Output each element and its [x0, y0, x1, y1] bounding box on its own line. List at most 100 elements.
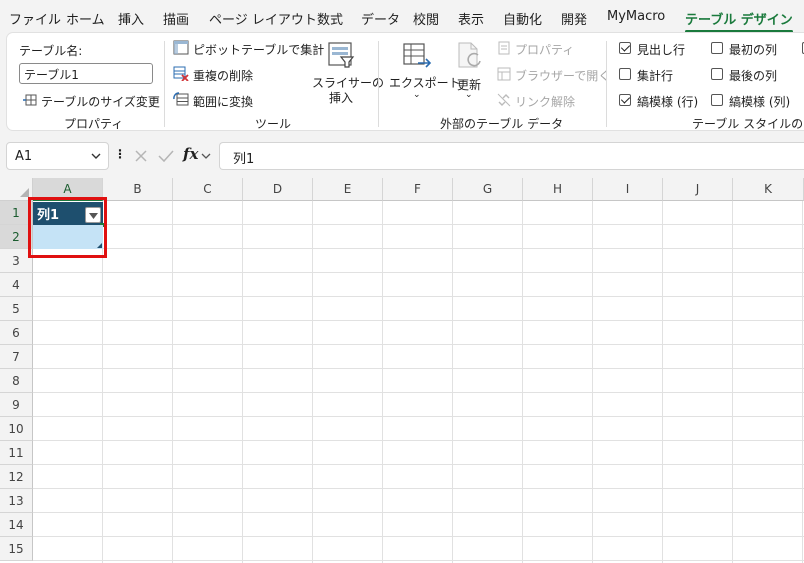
- banded-columns-checkbox[interactable]: [711, 94, 723, 106]
- export-button[interactable]: エクスポート: [389, 74, 461, 91]
- gridline-horizontal: [33, 392, 804, 393]
- group-label-external-data: 外部のテーブル データ: [440, 117, 564, 131]
- group-separator: [606, 41, 607, 127]
- row-header-5[interactable]: 5: [0, 297, 33, 321]
- column-header-k[interactable]: K: [733, 178, 804, 201]
- first-column-checkbox[interactable]: [711, 42, 723, 54]
- first-column-label: 最初の列: [729, 43, 778, 57]
- ribbon-tab-bar: ファイル ホーム 挿入 描画 ページ レイアウト 数式 データ 校閲 表示 自動…: [0, 0, 804, 33]
- column-header-c[interactable]: C: [173, 178, 243, 201]
- column-header-e[interactable]: E: [313, 178, 383, 201]
- properties-icon: [498, 41, 510, 55]
- gridline-vertical: [172, 201, 173, 563]
- formula-bar-row: A1 ⋮ fx 列1: [0, 138, 804, 174]
- tab-page-layout[interactable]: ページ レイアウト: [209, 9, 317, 28]
- insert-slicer-button-line2[interactable]: 挿入: [329, 89, 353, 106]
- group-separator: [164, 41, 165, 127]
- row-header-15[interactable]: 15: [0, 537, 33, 561]
- gridline-vertical: [662, 201, 663, 563]
- group-separator: [378, 41, 379, 127]
- column-header-b[interactable]: B: [103, 178, 173, 201]
- convert-to-range-button[interactable]: 範囲に変換: [193, 93, 253, 110]
- tab-review[interactable]: 校閲: [413, 9, 439, 28]
- row-header-14[interactable]: 14: [0, 513, 33, 537]
- row-header-8[interactable]: 8: [0, 369, 33, 393]
- resize-table-button[interactable]: テーブルのサイズ変更: [41, 93, 160, 110]
- tab-home[interactable]: ホーム: [66, 9, 105, 28]
- table-name-label: テーブル名:: [19, 44, 83, 58]
- column-header-j[interactable]: J: [663, 178, 733, 201]
- tab-draw[interactable]: 描画: [163, 9, 189, 28]
- last-column-checkbox[interactable]: [711, 68, 723, 80]
- gridline-vertical: [452, 201, 453, 563]
- row-header-13[interactable]: 13: [0, 489, 33, 513]
- enter-check-icon[interactable]: [158, 149, 174, 163]
- tab-view[interactable]: 表示: [458, 9, 484, 28]
- properties-button[interactable]: プロパティ: [515, 41, 574, 58]
- unlink-icon: [497, 93, 511, 107]
- gridline-horizontal: [33, 248, 804, 249]
- gridline-horizontal: [33, 224, 804, 225]
- total-row-label: 集計行: [637, 69, 674, 83]
- cancel-icon[interactable]: [134, 149, 148, 163]
- gridline-horizontal: [33, 488, 804, 489]
- column-header-h[interactable]: H: [523, 178, 593, 201]
- gridline-vertical: [802, 201, 803, 563]
- refresh-chevron-icon[interactable]: ⌄: [465, 90, 473, 100]
- tab-data[interactable]: データ: [361, 9, 400, 28]
- refresh-icon: [458, 42, 481, 68]
- more-options-icon[interactable]: ⋮: [114, 147, 126, 161]
- gridline-vertical: [732, 201, 733, 563]
- header-row-label: 見出し行: [637, 43, 686, 57]
- last-column-label: 最後の列: [729, 69, 778, 83]
- column-header-g[interactable]: G: [453, 178, 523, 201]
- remove-duplicates-button[interactable]: 重複の削除: [193, 67, 253, 84]
- open-in-browser-button[interactable]: ブラウザーで開く: [515, 67, 610, 84]
- row-header-11[interactable]: 11: [0, 441, 33, 465]
- open-in-browser-icon: [497, 67, 511, 81]
- banded-rows-checkbox[interactable]: [619, 94, 631, 106]
- gridline-horizontal: [33, 512, 804, 513]
- tab-automate[interactable]: 自動化: [503, 9, 542, 28]
- tab-file[interactable]: ファイル: [9, 9, 61, 28]
- insert-function-icon[interactable]: fx: [183, 145, 198, 163]
- total-row-checkbox[interactable]: [619, 68, 631, 80]
- formula-input[interactable]: 列1: [219, 142, 804, 170]
- column-header-i[interactable]: I: [593, 178, 663, 201]
- name-box-value: A1: [15, 149, 33, 164]
- gridline-horizontal: [33, 296, 804, 297]
- gridline-horizontal: [33, 368, 804, 369]
- row-header-10[interactable]: 10: [0, 417, 33, 441]
- row-header-9[interactable]: 9: [0, 393, 33, 417]
- header-row-checkbox[interactable]: [619, 42, 631, 54]
- tab-formulas[interactable]: 数式: [317, 9, 343, 28]
- chevron-down-icon[interactable]: [91, 153, 101, 160]
- table-name-input[interactable]: テーブル1: [19, 63, 153, 84]
- gridline-horizontal: [33, 416, 804, 417]
- pivot-summarize-button[interactable]: ピボットテーブルで集計: [193, 41, 324, 58]
- gridline-horizontal: [33, 272, 804, 273]
- export-chevron-icon[interactable]: ⌄: [413, 90, 421, 100]
- select-all-triangle-icon: [20, 188, 29, 197]
- gridline-horizontal: [33, 560, 804, 561]
- tab-mymacro[interactable]: MyMacro: [607, 9, 665, 24]
- convert-to-range-icon: [173, 92, 189, 106]
- highlight-box: [28, 197, 107, 258]
- unlink-button[interactable]: リンク解除: [515, 93, 575, 110]
- column-header-d[interactable]: D: [243, 178, 313, 201]
- spreadsheet-grid[interactable]: A B C D E F G H I J K 1 2 3 4 5 6 7 8 9 …: [0, 178, 804, 563]
- row-header-6[interactable]: 6: [0, 321, 33, 345]
- tab-table-design[interactable]: テーブル デザイン: [685, 9, 793, 33]
- tab-insert[interactable]: 挿入: [118, 9, 144, 28]
- chevron-down-icon[interactable]: [201, 153, 211, 160]
- column-header-f[interactable]: F: [383, 178, 453, 201]
- row-header-12[interactable]: 12: [0, 465, 33, 489]
- gridline-vertical: [312, 201, 313, 563]
- name-box[interactable]: A1: [6, 142, 109, 170]
- row-header-7[interactable]: 7: [0, 345, 33, 369]
- gridline-vertical: [242, 201, 243, 563]
- row-header-4[interactable]: 4: [0, 273, 33, 297]
- gridline-vertical: [382, 201, 383, 563]
- slicer-icon: [328, 42, 355, 68]
- tab-developer[interactable]: 開発: [561, 9, 587, 28]
